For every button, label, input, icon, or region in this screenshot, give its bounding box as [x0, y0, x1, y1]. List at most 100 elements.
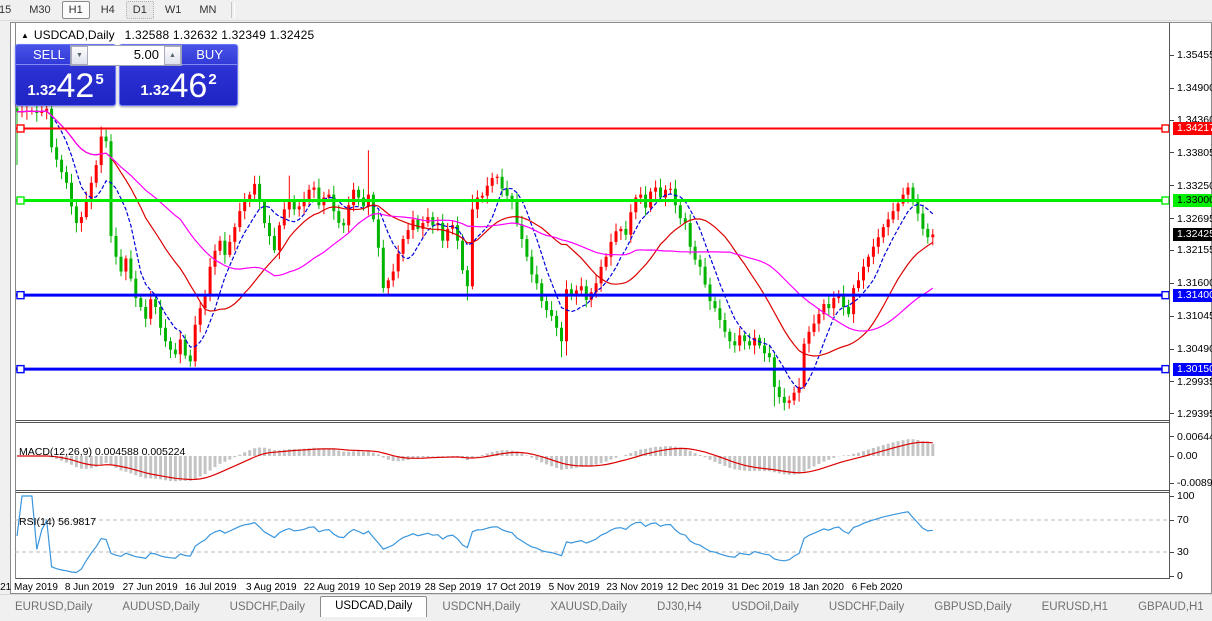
mt4-terminal: 15M30 H1H4D1W1MN ▲ USDCAD,Daily 1.32588 1… [0, 0, 1212, 621]
timeframe-button-d1[interactable]: D1 [126, 1, 154, 19]
tab-usdoil-daily[interactable]: USDOil,Daily [717, 598, 814, 617]
symbol-tab-bar: EURUSD,DailyAUDUSD,DailyUSDCHF,DailyUSDC… [0, 594, 1212, 617]
rsi-tick: 30 [1177, 546, 1189, 558]
date-tick: 16 Jul 2019 [185, 582, 237, 593]
hline-handle[interactable] [1162, 366, 1169, 373]
axis-tick-dash [1170, 552, 1174, 553]
buy-price-sup: 2 [208, 71, 216, 88]
hline-price-badge: 1.33000 [1173, 194, 1212, 207]
price-tick: 1.34900 [1177, 82, 1212, 94]
axis-tick-dash [1170, 436, 1174, 437]
axis-tick-dash [1170, 349, 1174, 350]
date-tick: 17 Oct 2019 [486, 582, 540, 593]
sell-price-small: 1.32 [27, 82, 56, 99]
axis-tick-dash [1170, 413, 1174, 414]
hline-handle[interactable] [17, 292, 24, 299]
moving-average-7 [17, 111, 933, 389]
price-tick: 1.31045 [1177, 310, 1212, 322]
rsi-tick: 100 [1177, 490, 1195, 502]
buy-price-small: 1.32 [140, 82, 169, 99]
chart-window[interactable]: ▲ USDCAD,Daily 1.32588 1.32632 1.32349 1… [10, 22, 1212, 594]
timeframe-button-mn[interactable]: MN [192, 1, 223, 19]
price-tick: 1.33805 [1177, 147, 1212, 159]
chart-title-row: ▲ USDCAD,Daily 1.32588 1.32632 1.32349 1… [21, 28, 314, 42]
sell-price-sup: 5 [95, 71, 103, 88]
date-tick: 21 May 2019 [0, 582, 58, 593]
tab-usdcad-daily[interactable]: USDCAD,Daily [320, 596, 427, 617]
hline-handle[interactable] [17, 366, 24, 373]
price-tick: 1.30490 [1177, 343, 1212, 355]
axis-tick-dash [1170, 152, 1174, 153]
current-price-badge: 1.32425 [1173, 228, 1212, 241]
date-tick: 8 Jun 2019 [65, 582, 115, 593]
axis-tick-dash [1170, 520, 1174, 521]
volume-decrease-button[interactable]: ▼ [71, 46, 88, 65]
hline-handle[interactable] [17, 197, 24, 204]
volume-increase-button[interactable]: ▲ [164, 46, 181, 65]
macd-tick: 0.006448 [1177, 431, 1212, 443]
timeframe-button-h1[interactable]: H1 [62, 1, 90, 19]
hline-price-badge: 1.31400 [1173, 289, 1212, 302]
date-tick: 23 Nov 2019 [606, 582, 663, 593]
price-tick: 1.29935 [1177, 376, 1212, 388]
axis-tick-dash [1170, 283, 1174, 284]
rsi-tick: 70 [1177, 514, 1189, 526]
date-tick: 10 Sep 2019 [364, 582, 421, 593]
rsi-label: RSI(14) 56.9817 [19, 516, 96, 528]
volume-value[interactable]: 5.00 [88, 46, 164, 65]
sell-price: 1.32425 [16, 65, 115, 103]
tab-xauusd-daily[interactable]: XAUUSD,Daily [535, 598, 642, 617]
axis-tick-dash [1170, 316, 1174, 317]
date-tick: 31 Dec 2019 [727, 582, 784, 593]
tab-usdchf-daily[interactable]: USDCHF,Daily [215, 598, 320, 617]
macd-label: MACD(12,26,9) 0.004588 0.005224 [19, 446, 185, 458]
rsi-tick: 0 [1177, 570, 1183, 582]
volume-spinner: ▼ 5.00 ▲ [70, 45, 182, 66]
up-candle-bodies [21, 109, 935, 403]
moving-average-20 [17, 111, 933, 356]
tab-eurusd-h1[interactable]: EURUSD,H1 [1027, 598, 1123, 617]
timeframe-toolbar: 15M30 H1H4D1W1MN [0, 0, 1212, 21]
tab-usdcnh-daily[interactable]: USDCNH,Daily [427, 598, 535, 617]
timeframe-button-15[interactable]: 15 [0, 1, 18, 19]
rsi-line [17, 496, 933, 573]
hline-handle[interactable] [1162, 292, 1169, 299]
date-tick: 28 Sep 2019 [425, 582, 482, 593]
toolbar-separator [231, 2, 235, 18]
price-tick: 1.35455 [1177, 49, 1212, 61]
up-candle-wicks [22, 102, 933, 409]
chart-ohlc-values: 1.32588 1.32632 1.32349 1.32425 [125, 28, 315, 42]
axis-tick-dash [1170, 120, 1174, 121]
tab-gbpusd-daily[interactable]: GBPUSD,Daily [919, 598, 1026, 617]
date-tick: 12 Dec 2019 [667, 582, 724, 593]
date-tick: 3 Aug 2019 [246, 582, 297, 593]
date-tick: 22 Aug 2019 [304, 582, 360, 593]
timeframe-button-m30[interactable]: M30 [22, 1, 57, 19]
hline-price-badge: 1.34217 [1173, 122, 1212, 135]
tab-audusd-daily[interactable]: AUDUSD,Daily [107, 598, 214, 617]
tab-usdchf-daily[interactable]: USDCHF,Daily [814, 598, 919, 617]
price-chart-canvas[interactable] [15, 23, 1170, 579]
timeframe-button-w1[interactable]: W1 [158, 1, 189, 19]
timeframe-button-h4[interactable]: H4 [94, 1, 122, 19]
axis-tick-dash [1170, 576, 1174, 577]
tab-dj30-h4[interactable]: DJ30,H4 [642, 598, 717, 617]
buy-price: 1.32462 [120, 65, 237, 103]
axis-tick-dash [1170, 250, 1174, 251]
axis-tick-dash [1170, 483, 1174, 484]
axis-tick-dash [1170, 55, 1174, 56]
hline-handle[interactable] [17, 125, 24, 132]
tab-eurusd-daily[interactable]: EURUSD,Daily [0, 598, 107, 617]
collapse-triangle-icon[interactable]: ▲ [21, 31, 29, 40]
macd-tick: -0.008982 [1177, 477, 1212, 489]
axis-tick-dash [1170, 381, 1174, 382]
date-tick: 6 Feb 2020 [852, 582, 903, 593]
hline-handle[interactable] [1162, 197, 1169, 204]
price-tick: 1.29395 [1177, 408, 1212, 420]
buy-price-big: 46 [170, 69, 208, 103]
axis-tick-dash [1170, 218, 1174, 219]
hline-handle[interactable] [1162, 125, 1169, 132]
moving-average-34 [17, 111, 933, 331]
axis-tick-dash [1170, 496, 1174, 497]
tab-gbpaud-h1[interactable]: GBPAUD,H1 [1123, 598, 1212, 617]
